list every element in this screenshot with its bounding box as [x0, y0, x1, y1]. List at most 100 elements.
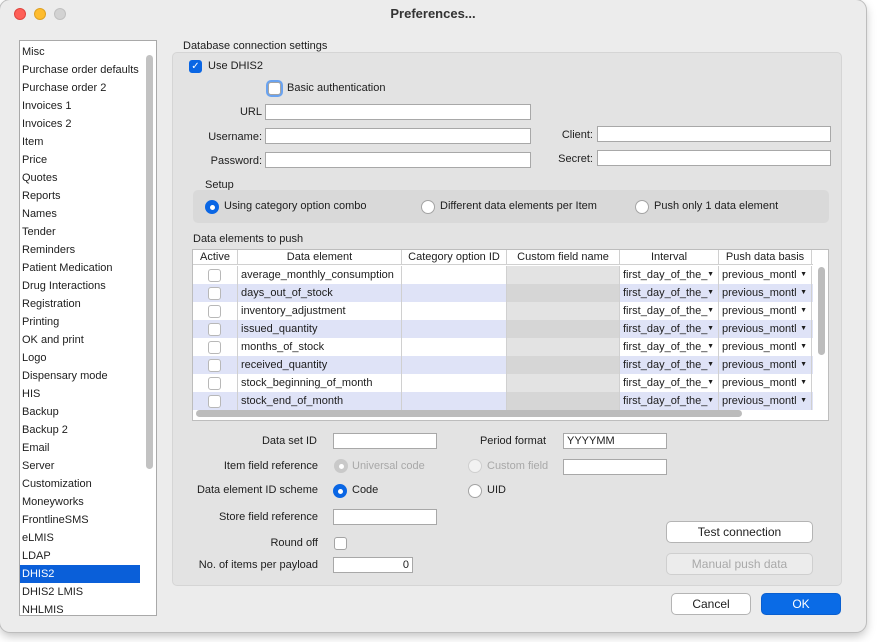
column-header-active[interactable]: Active	[193, 250, 238, 265]
row-interval-dropdown[interactable]: first_day_of_the_ ▼	[620, 356, 719, 374]
row-active-checkbox[interactable]	[208, 359, 221, 372]
items-per-payload-field[interactable]: 0	[333, 557, 413, 573]
sidebar-item-nhlmis[interactable]: NHLMIS	[20, 601, 140, 615]
row-custom-field-name[interactable]	[507, 320, 620, 338]
row-push-basis-dropdown[interactable]: previous_montl ▼	[719, 284, 812, 302]
data-elements-table[interactable]: Active Data element Category option ID C…	[192, 249, 829, 421]
period-format-field[interactable]: YYYYMM	[563, 433, 667, 449]
custom-field-radio[interactable]	[468, 459, 482, 473]
sidebar-item-frontlinesms[interactable]: FrontlineSMS	[20, 511, 140, 529]
scheme-uid-radio[interactable]	[468, 484, 482, 498]
sidebar-item-email[interactable]: Email	[20, 439, 140, 457]
sidebar-item-invoices-2[interactable]: Invoices 2	[20, 115, 140, 133]
row-push-basis-dropdown[interactable]: previous_montl ▼	[719, 302, 812, 320]
row-push-basis-dropdown[interactable]: previous_montl ▼	[719, 320, 812, 338]
column-header-custom-field-name[interactable]: Custom field name	[507, 250, 620, 265]
row-push-basis-dropdown[interactable]: previous_montl ▼	[719, 392, 812, 410]
row-active-checkbox[interactable]	[208, 269, 221, 282]
sidebar-item-misc[interactable]: Misc	[20, 43, 140, 61]
password-field[interactable]	[265, 152, 531, 168]
setup-option-category-combo-radio[interactable]	[205, 200, 219, 214]
row-push-basis-dropdown[interactable]: previous_montl ▼	[719, 338, 812, 356]
sidebar-item-purchase-order-2[interactable]: Purchase order 2	[20, 79, 140, 97]
row-data-element[interactable]: months_of_stock	[238, 338, 402, 356]
row-data-element[interactable]: average_monthly_consumption	[238, 266, 402, 284]
table-row[interactable]: inventory_adjustment first_day_of_the_ ▼ pr…	[193, 302, 813, 320]
manual-push-data-button[interactable]: Manual push data	[666, 553, 813, 575]
table-row[interactable]: days_out_of_stock first_day_of_the_ ▼ previ…	[193, 284, 813, 302]
row-interval-dropdown[interactable]: first_day_of_the_ ▼	[620, 338, 719, 356]
use-dhis2-checkbox[interactable]: ✓	[189, 60, 202, 73]
sidebar-item-elmis[interactable]: eLMIS	[20, 529, 140, 547]
table-row[interactable]: issued_quantity first_day_of_the_ ▼ previou…	[193, 320, 813, 338]
round-off-checkbox[interactable]	[334, 537, 347, 550]
row-custom-field-name[interactable]	[507, 374, 620, 392]
column-header-interval[interactable]: Interval	[620, 250, 719, 265]
table-vertical-scrollbar[interactable]	[818, 267, 825, 355]
row-data-element[interactable]: issued_quantity	[238, 320, 402, 338]
sidebar-item-quotes[interactable]: Quotes	[20, 169, 140, 187]
row-custom-field-name[interactable]	[507, 338, 620, 356]
secret-field[interactable]	[597, 150, 831, 166]
row-push-basis-dropdown[interactable]: previous_montl ▼	[719, 374, 812, 392]
sidebar-item-his[interactable]: HIS	[20, 385, 140, 403]
sidebar-item-dispensary-mode[interactable]: Dispensary mode	[20, 367, 140, 385]
sidebar-scrollbar[interactable]	[146, 55, 153, 469]
sidebar-item-backup-2[interactable]: Backup 2	[20, 421, 140, 439]
sidebar-item-reports[interactable]: Reports	[20, 187, 140, 205]
row-data-element[interactable]: stock_beginning_of_month	[238, 374, 402, 392]
sidebar-item-ldap[interactable]: LDAP	[20, 547, 140, 565]
row-interval-dropdown[interactable]: first_day_of_the_ ▼	[620, 374, 719, 392]
setup-option-single-element-radio[interactable]	[635, 200, 649, 214]
custom-field-field[interactable]	[563, 459, 667, 475]
row-custom-field-name[interactable]	[507, 266, 620, 284]
sidebar-item-moneyworks[interactable]: Moneyworks	[20, 493, 140, 511]
store-field-reference-field[interactable]	[333, 509, 437, 525]
url-field[interactable]	[265, 104, 531, 120]
row-data-element[interactable]: received_quantity	[238, 356, 402, 374]
scheme-code-radio[interactable]	[333, 484, 347, 498]
table-horizontal-scrollbar[interactable]	[196, 410, 742, 417]
column-header-push-data-basis[interactable]: Push data basis	[719, 250, 812, 265]
data-set-id-field[interactable]	[333, 433, 437, 449]
row-custom-field-name[interactable]	[507, 302, 620, 320]
row-active-checkbox[interactable]	[208, 377, 221, 390]
ok-button[interactable]: OK	[761, 593, 841, 615]
row-push-basis-dropdown[interactable]: previous_montl ▼	[719, 266, 812, 284]
sidebar-item-dhis2[interactable]: DHIS2	[20, 565, 140, 583]
setup-option-per-item-radio[interactable]	[421, 200, 435, 214]
table-row[interactable]: months_of_stock first_day_of_the_ ▼ previou…	[193, 338, 813, 356]
row-custom-field-name[interactable]	[507, 356, 620, 374]
row-category-option-id[interactable]	[402, 284, 507, 302]
row-active-checkbox[interactable]	[208, 395, 221, 408]
row-active-checkbox[interactable]	[208, 323, 221, 336]
row-interval-dropdown[interactable]: first_day_of_the_ ▼	[620, 392, 719, 410]
row-data-element[interactable]: days_out_of_stock	[238, 284, 402, 302]
sidebar-item-logo[interactable]: Logo	[20, 349, 140, 367]
username-field[interactable]	[265, 128, 531, 144]
universal-code-radio[interactable]	[334, 459, 348, 473]
row-data-element[interactable]: stock_end_of_month	[238, 392, 402, 410]
sidebar-item-tender[interactable]: Tender	[20, 223, 140, 241]
sidebar-item-reminders[interactable]: Reminders	[20, 241, 140, 259]
row-category-option-id[interactable]	[402, 356, 507, 374]
row-interval-dropdown[interactable]: first_day_of_the_ ▼	[620, 320, 719, 338]
sidebar-item-purchase-order-defaults[interactable]: Purchase order defaults	[20, 61, 140, 79]
sidebar-item-ok-and-print[interactable]: OK and print	[20, 331, 140, 349]
row-category-option-id[interactable]	[402, 392, 507, 410]
sidebar-item-registration[interactable]: Registration	[20, 295, 140, 313]
test-connection-button[interactable]: Test connection	[666, 521, 813, 543]
sidebar-item-invoices-1[interactable]: Invoices 1	[20, 97, 140, 115]
row-category-option-id[interactable]	[402, 266, 507, 284]
row-category-option-id[interactable]	[402, 320, 507, 338]
row-active-checkbox[interactable]	[208, 341, 221, 354]
table-row[interactable]: average_monthly_consumption first_day_of_…	[193, 266, 813, 284]
row-push-basis-dropdown[interactable]: previous_montl ▼	[719, 356, 812, 374]
sidebar-item-dhis2-lmis[interactable]: DHIS2 LMIS	[20, 583, 140, 601]
table-row[interactable]: stock_end_of_month first_day_of_the_ ▼ prev…	[193, 392, 813, 410]
column-header-data-element[interactable]: Data element	[238, 250, 402, 265]
sidebar-item-names[interactable]: Names	[20, 205, 140, 223]
row-custom-field-name[interactable]	[507, 392, 620, 410]
sidebar-item-patient-medication[interactable]: Patient Medication	[20, 259, 140, 277]
cancel-button[interactable]: Cancel	[671, 593, 751, 615]
